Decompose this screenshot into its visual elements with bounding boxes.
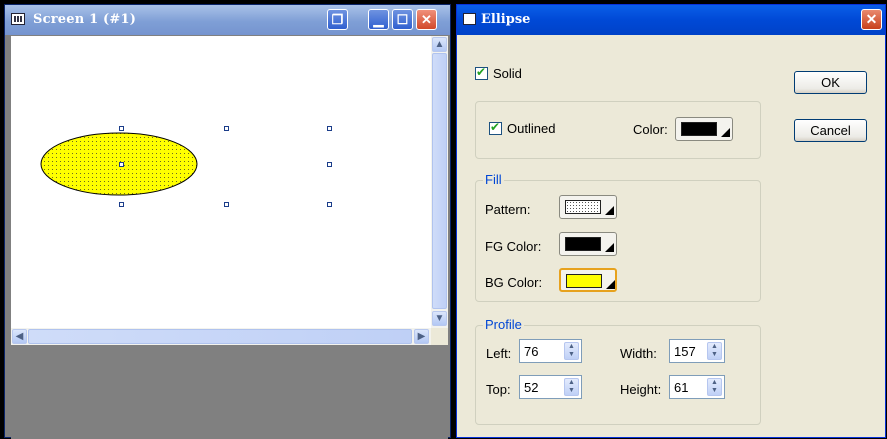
pattern-swatch	[565, 200, 601, 214]
minimize-button[interactable]: ▁	[368, 9, 389, 30]
outline-color-swatch	[681, 122, 717, 136]
canvas-drawing	[40, 132, 198, 196]
dialog-title: Ellipse	[481, 12, 531, 27]
dropdown-arrow-icon	[605, 243, 614, 252]
scroll-down-icon[interactable]: ▼	[432, 311, 447, 326]
width-label: Width:	[620, 346, 657, 361]
screen-window-titlebar[interactable]: Screen 1 (#1) ❐ ▁ ☐ ✕	[5, 5, 450, 35]
ok-button[interactable]: OK	[794, 71, 867, 94]
scroll-up-icon[interactable]: ▲	[432, 37, 447, 52]
maximize-button[interactable]: ☐	[392, 9, 413, 30]
screen-window-title: Screen 1 (#1)	[33, 12, 137, 27]
outlined-label: Outlined	[507, 121, 556, 136]
resize-handle-nw[interactable]	[119, 126, 124, 131]
solid-label: Solid	[493, 66, 522, 81]
dropdown-arrow-icon	[605, 206, 614, 215]
dialog-icon	[463, 13, 476, 25]
mdi-background	[11, 346, 448, 439]
top-value: 52	[524, 380, 539, 395]
resize-handle-n[interactable]	[224, 126, 229, 131]
outlined-checkbox[interactable]	[489, 120, 502, 135]
fg-color-button[interactable]	[559, 232, 617, 256]
width-spinner-icon[interactable]: ▲ ▼	[707, 342, 722, 360]
scroll-right-icon[interactable]: ▶	[414, 329, 429, 344]
screen-icon	[11, 13, 25, 25]
cancel-button[interactable]: Cancel	[794, 119, 867, 142]
width-value: 157	[674, 344, 696, 359]
dropdown-arrow-icon	[606, 280, 615, 289]
solid-checkbox[interactable]	[475, 65, 488, 80]
pattern-label: Pattern:	[485, 202, 531, 217]
resize-handle-s[interactable]	[224, 202, 229, 207]
height-value: 61	[674, 380, 689, 395]
bg-color-button[interactable]	[559, 268, 617, 292]
profile-legend: Profile	[483, 317, 524, 332]
scroll-left-icon[interactable]: ◀	[12, 329, 27, 344]
size-grip[interactable]	[431, 328, 448, 345]
left-value: 76	[524, 344, 539, 359]
dialog-titlebar[interactable]: Ellipse ✕	[457, 5, 885, 35]
fg-color-label: FG Color:	[485, 239, 542, 254]
height-input[interactable]: 61 ▲ ▼	[669, 375, 725, 399]
width-input[interactable]: 157 ▲ ▼	[669, 339, 725, 363]
height-spinner-icon[interactable]: ▲ ▼	[707, 378, 722, 396]
left-input[interactable]: 76 ▲ ▼	[519, 339, 582, 363]
vertical-scroll-thumb[interactable]	[432, 53, 447, 309]
height-label: Height:	[620, 382, 662, 397]
outline-color-label: Color:	[633, 122, 668, 137]
top-input[interactable]: 52 ▲ ▼	[519, 375, 582, 399]
resize-handle-e[interactable]	[327, 162, 332, 167]
resize-handle-se[interactable]	[327, 202, 332, 207]
vertical-scrollbar[interactable]: ▲ ▼	[431, 36, 448, 328]
outline-color-button[interactable]	[675, 117, 733, 141]
horizontal-scroll-thumb[interactable]	[28, 329, 412, 344]
pattern-button[interactable]	[559, 195, 617, 219]
resize-handle-sw[interactable]	[119, 202, 124, 207]
top-label: Top:	[486, 382, 511, 397]
left-label: Left:	[486, 346, 512, 361]
fg-color-swatch	[565, 237, 601, 251]
ellipse-dialog: Ellipse ✕ Solid OK Cancel Outlined Color…	[456, 4, 886, 438]
close-button[interactable]: ✕	[416, 9, 437, 30]
screen-window: Screen 1 (#1) ❐ ▁ ☐ ✕ ▲ ▼ ◀ ▶	[4, 4, 451, 439]
left-spinner-icon[interactable]: ▲ ▼	[564, 342, 579, 360]
resize-handle-w[interactable]	[119, 162, 124, 167]
bg-color-label: BG Color:	[485, 275, 543, 290]
screen-canvas[interactable]	[11, 36, 431, 328]
dropdown-arrow-icon	[721, 128, 730, 137]
horizontal-scrollbar[interactable]: ◀ ▶	[11, 328, 431, 345]
top-spinner-icon[interactable]: ▲ ▼	[564, 378, 579, 396]
fill-legend: Fill	[483, 172, 504, 187]
bg-color-swatch	[566, 274, 602, 288]
restore-icon[interactable]: ❐	[327, 9, 348, 30]
resize-handle-ne[interactable]	[327, 126, 332, 131]
dialog-close-button[interactable]: ✕	[861, 9, 882, 30]
